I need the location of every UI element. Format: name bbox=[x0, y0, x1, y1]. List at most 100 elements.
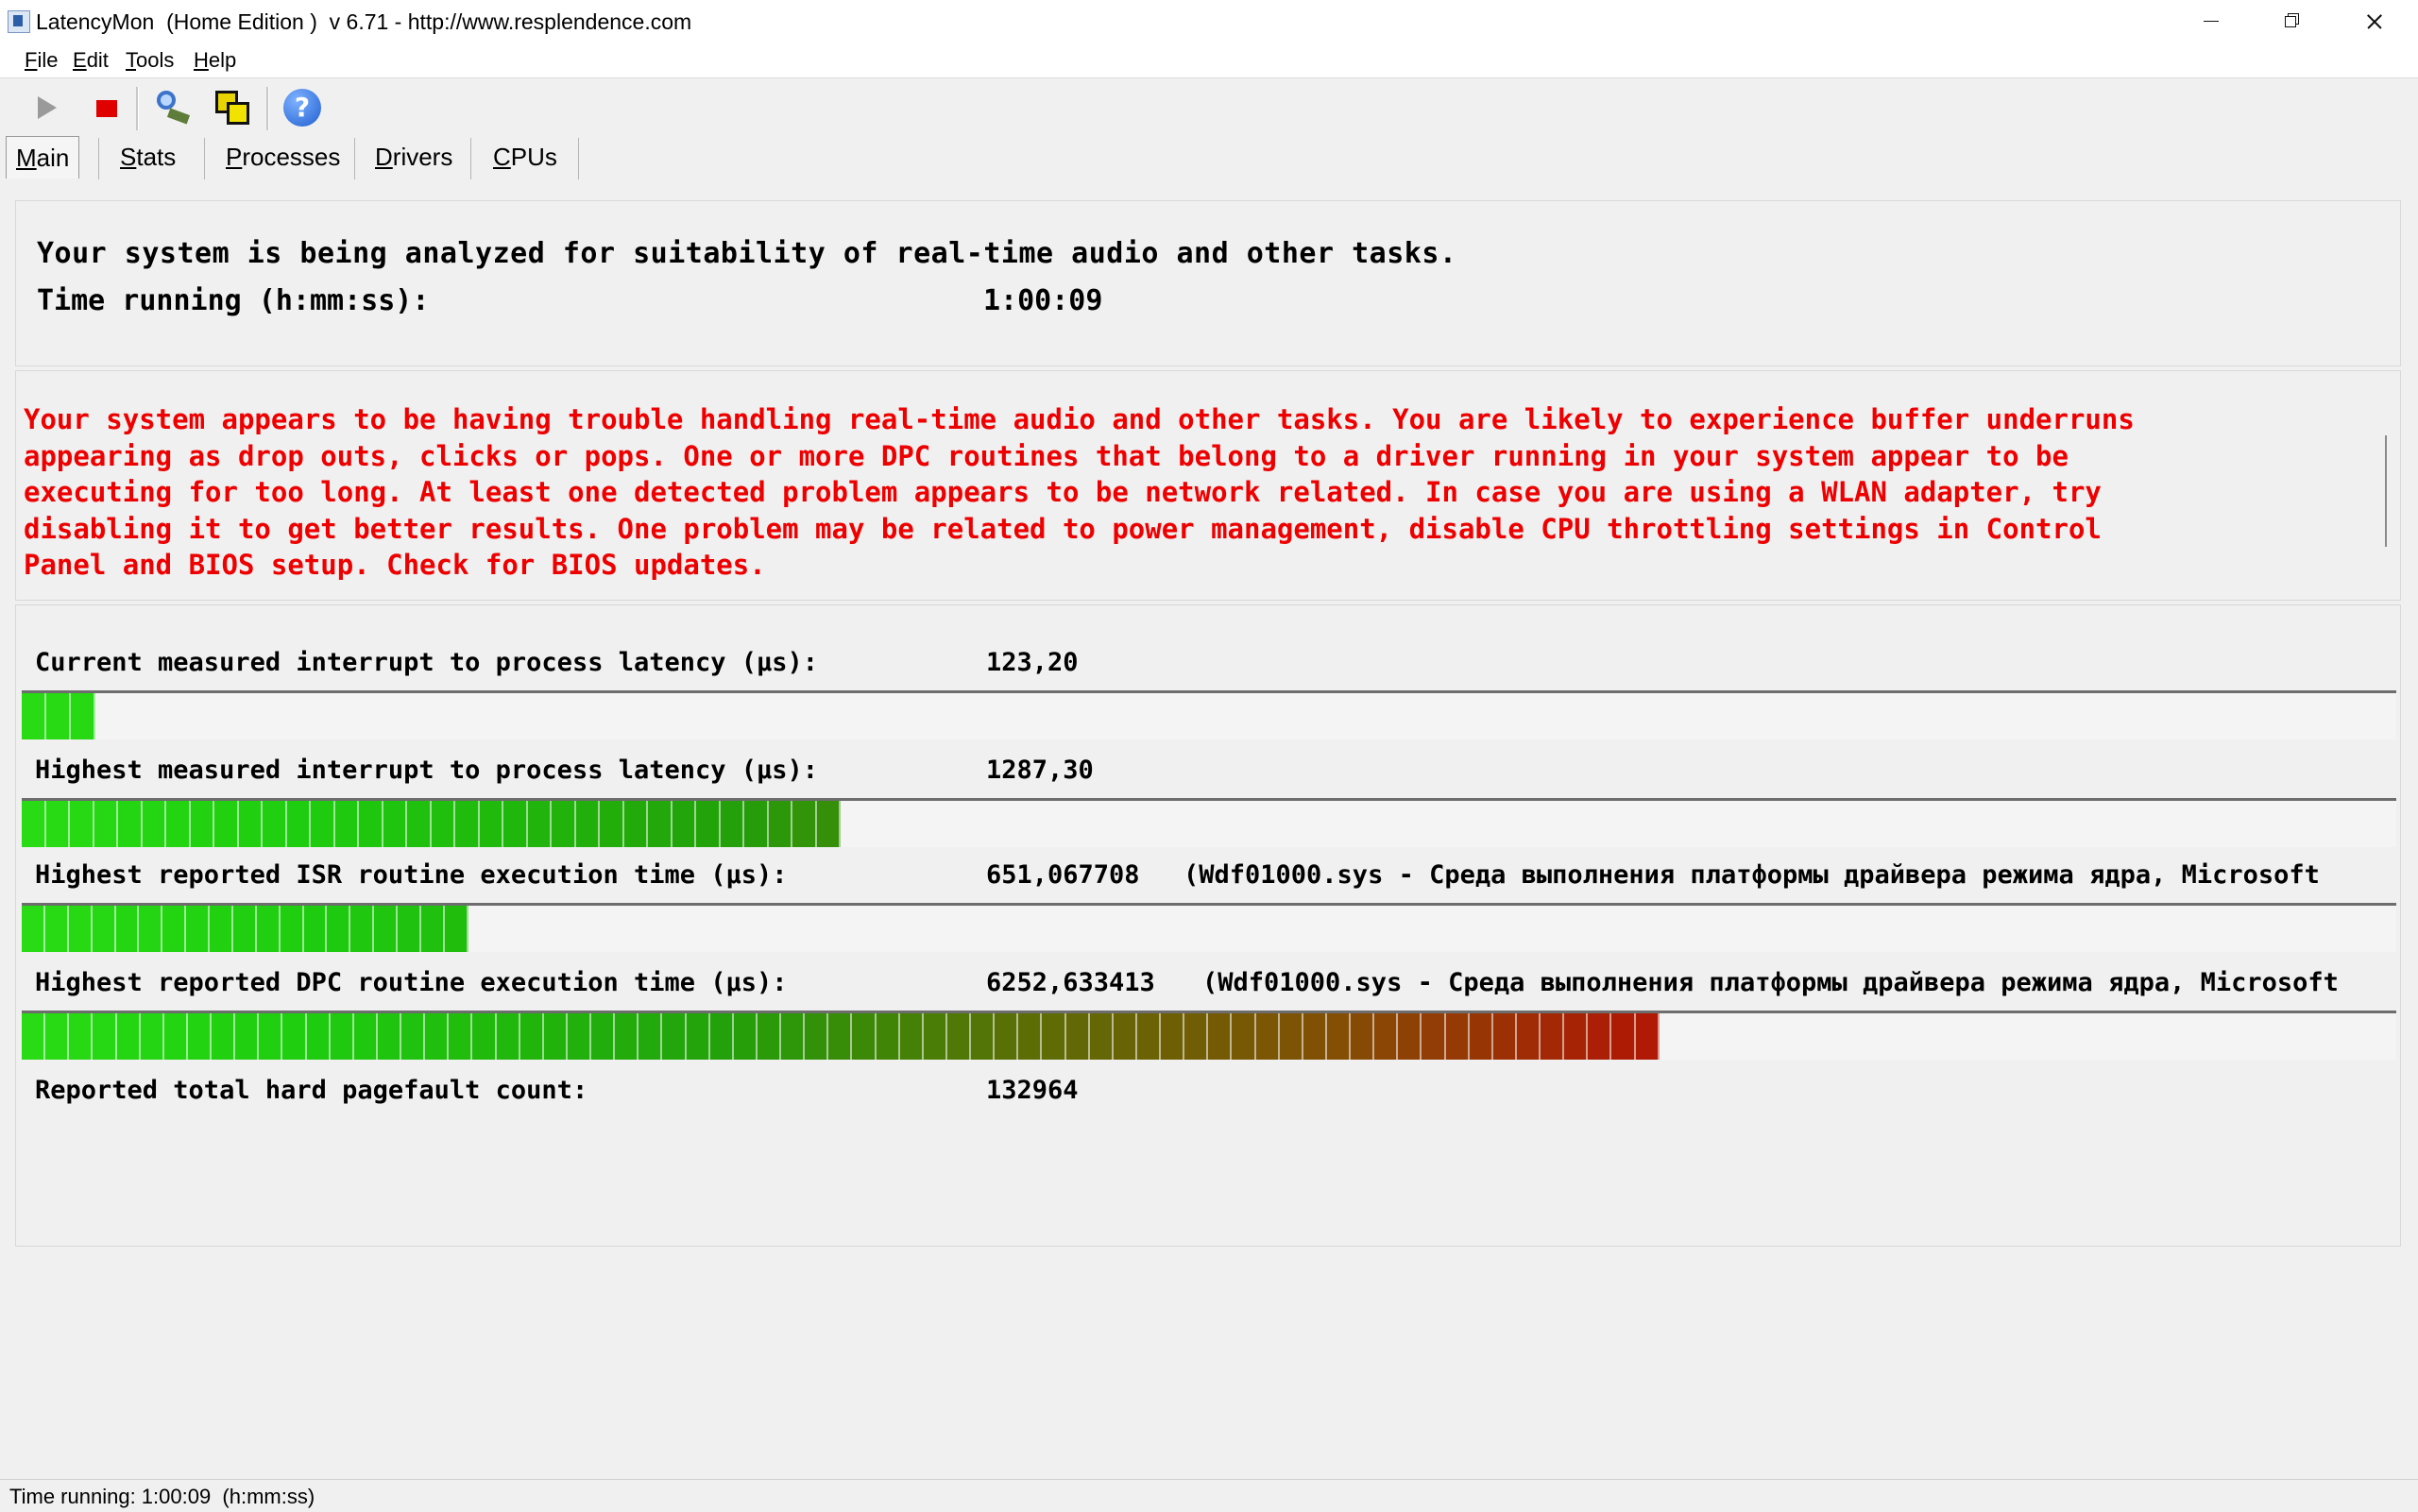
bar-segment bbox=[334, 801, 359, 847]
bar-segment bbox=[1161, 1013, 1185, 1060]
bar-segment bbox=[92, 906, 116, 952]
menu-edit[interactable]: Edit bbox=[69, 47, 112, 74]
bar-segment bbox=[70, 693, 95, 739]
close-button[interactable] bbox=[2333, 0, 2414, 43]
bar-segment bbox=[306, 1013, 331, 1060]
isr-time-label: Highest reported ISR routine execution t… bbox=[35, 860, 788, 890]
tab-drivers[interactable]: Drivers bbox=[375, 136, 452, 178]
bar-segment bbox=[311, 801, 335, 847]
warning-panel: Your system appears to be having trouble… bbox=[15, 370, 2401, 601]
bar-segment bbox=[1232, 1013, 1256, 1060]
help-icon[interactable] bbox=[281, 87, 323, 128]
highest-latency-label: Highest measured interrupt to process la… bbox=[35, 756, 819, 785]
bar-segment bbox=[139, 906, 163, 952]
bar-segment bbox=[45, 1013, 70, 1060]
restore-button[interactable] bbox=[2252, 0, 2333, 43]
bar-segment bbox=[44, 906, 69, 952]
bar-segment bbox=[235, 1013, 260, 1060]
bar-segment bbox=[1492, 1013, 1517, 1060]
tab-main[interactable]: Main bbox=[6, 136, 80, 178]
play-icon[interactable] bbox=[26, 87, 68, 128]
bar-segment bbox=[733, 1013, 758, 1060]
bar-segment bbox=[374, 906, 398, 952]
bar-segment bbox=[816, 801, 841, 847]
bar-segment bbox=[1588, 1013, 1612, 1060]
bar-segment bbox=[1184, 1013, 1209, 1060]
bar-segment bbox=[280, 906, 304, 952]
tab-cpus[interactable]: CPUs bbox=[493, 136, 557, 178]
windows-icon[interactable] bbox=[212, 87, 253, 128]
bar-segment bbox=[519, 1013, 544, 1060]
bar-segment bbox=[383, 801, 407, 847]
bar-segment bbox=[359, 801, 383, 847]
warning-line: Your system appears to be having trouble… bbox=[24, 403, 2135, 435]
bar-segment bbox=[286, 801, 311, 847]
bar-segment bbox=[93, 1013, 117, 1060]
bar-segment bbox=[238, 801, 263, 847]
bar-segment bbox=[1113, 1013, 1137, 1060]
bar-segment bbox=[623, 801, 648, 847]
tab-divider bbox=[98, 138, 99, 179]
bar-segment bbox=[142, 801, 166, 847]
bar-segment bbox=[591, 1013, 616, 1060]
bar-segment bbox=[567, 1013, 591, 1060]
menu-help[interactable]: Help bbox=[190, 47, 240, 74]
bar-segment bbox=[1255, 1013, 1280, 1060]
bar-segment bbox=[187, 1013, 212, 1060]
bar-segment bbox=[162, 906, 187, 952]
bar-segment bbox=[69, 1013, 94, 1060]
bar-segment bbox=[1303, 1013, 1327, 1060]
bar-segment bbox=[282, 1013, 307, 1060]
bar-segment bbox=[1516, 1013, 1541, 1060]
menu-file[interactable]: File bbox=[21, 47, 61, 74]
warning-line: Panel and BIOS setup. Check for BIOS upd… bbox=[24, 549, 766, 581]
bar-segment bbox=[256, 906, 281, 952]
bar-segment bbox=[781, 1013, 806, 1060]
bar-segment bbox=[186, 906, 210, 952]
tab-divider bbox=[578, 138, 579, 179]
warning-line: appearing as drop outs, clicks or pops. … bbox=[24, 439, 2069, 472]
bar-segment bbox=[22, 801, 46, 847]
isr-time-bar-fill bbox=[22, 906, 468, 952]
menu-tools[interactable]: Tools bbox=[122, 47, 178, 74]
bar-segment bbox=[696, 801, 721, 847]
dpc-driver-info: (Wdf01000.sys - Среда выполнения платфор… bbox=[1202, 968, 2339, 997]
menu-bar: File Edit Tools Help bbox=[0, 43, 2418, 78]
bar-segment bbox=[1398, 1013, 1422, 1060]
toolbar-separator bbox=[266, 87, 269, 130]
tab-stats[interactable]: Stats bbox=[120, 136, 176, 178]
find-icon[interactable] bbox=[151, 87, 193, 128]
isr-driver-info: (Wdf01000.sys - Среда выполнения платфор… bbox=[1183, 860, 2320, 890]
time-running-label: Time running (h:mm:ss): bbox=[37, 284, 430, 317]
bar-segment bbox=[768, 801, 792, 847]
bar-segment bbox=[398, 906, 421, 952]
minimize-button[interactable] bbox=[2171, 0, 2252, 43]
bar-segment bbox=[350, 906, 375, 952]
bar-segment bbox=[212, 1013, 236, 1060]
title-bar: LatencyMon (Home Edition ) v 6.71 - http… bbox=[0, 0, 2418, 44]
bar-segment bbox=[744, 801, 769, 847]
pagefault-label: Reported total hard pagefault count: bbox=[35, 1076, 588, 1105]
bar-segment bbox=[648, 801, 673, 847]
tab-processes[interactable]: Processes bbox=[226, 136, 340, 178]
bar-segment bbox=[45, 801, 70, 847]
bar-segment bbox=[479, 801, 503, 847]
warning-message[interactable]: Your system appears to be having trouble… bbox=[24, 401, 2375, 584]
bar-segment bbox=[401, 1013, 426, 1060]
bar-segment bbox=[407, 801, 432, 847]
warning-scrollbar[interactable] bbox=[2385, 435, 2387, 547]
analysis-heading: Your system is being analyzed for suitab… bbox=[37, 237, 1457, 270]
bar-segment bbox=[552, 801, 576, 847]
bar-segment bbox=[757, 1013, 781, 1060]
latencymon-app-icon[interactable] bbox=[8, 10, 30, 33]
bar-segment bbox=[1374, 1013, 1399, 1060]
bar-segment bbox=[94, 801, 118, 847]
bar-segment bbox=[259, 1013, 283, 1060]
bar-segment bbox=[527, 801, 552, 847]
bar-segment bbox=[327, 906, 351, 952]
dpc-time-bar-fill bbox=[22, 1013, 1660, 1060]
current-latency-value: 123,20 bbox=[986, 648, 1079, 677]
tab-divider bbox=[354, 138, 355, 179]
tab-divider bbox=[470, 138, 471, 179]
stop-icon[interactable] bbox=[85, 87, 127, 128]
